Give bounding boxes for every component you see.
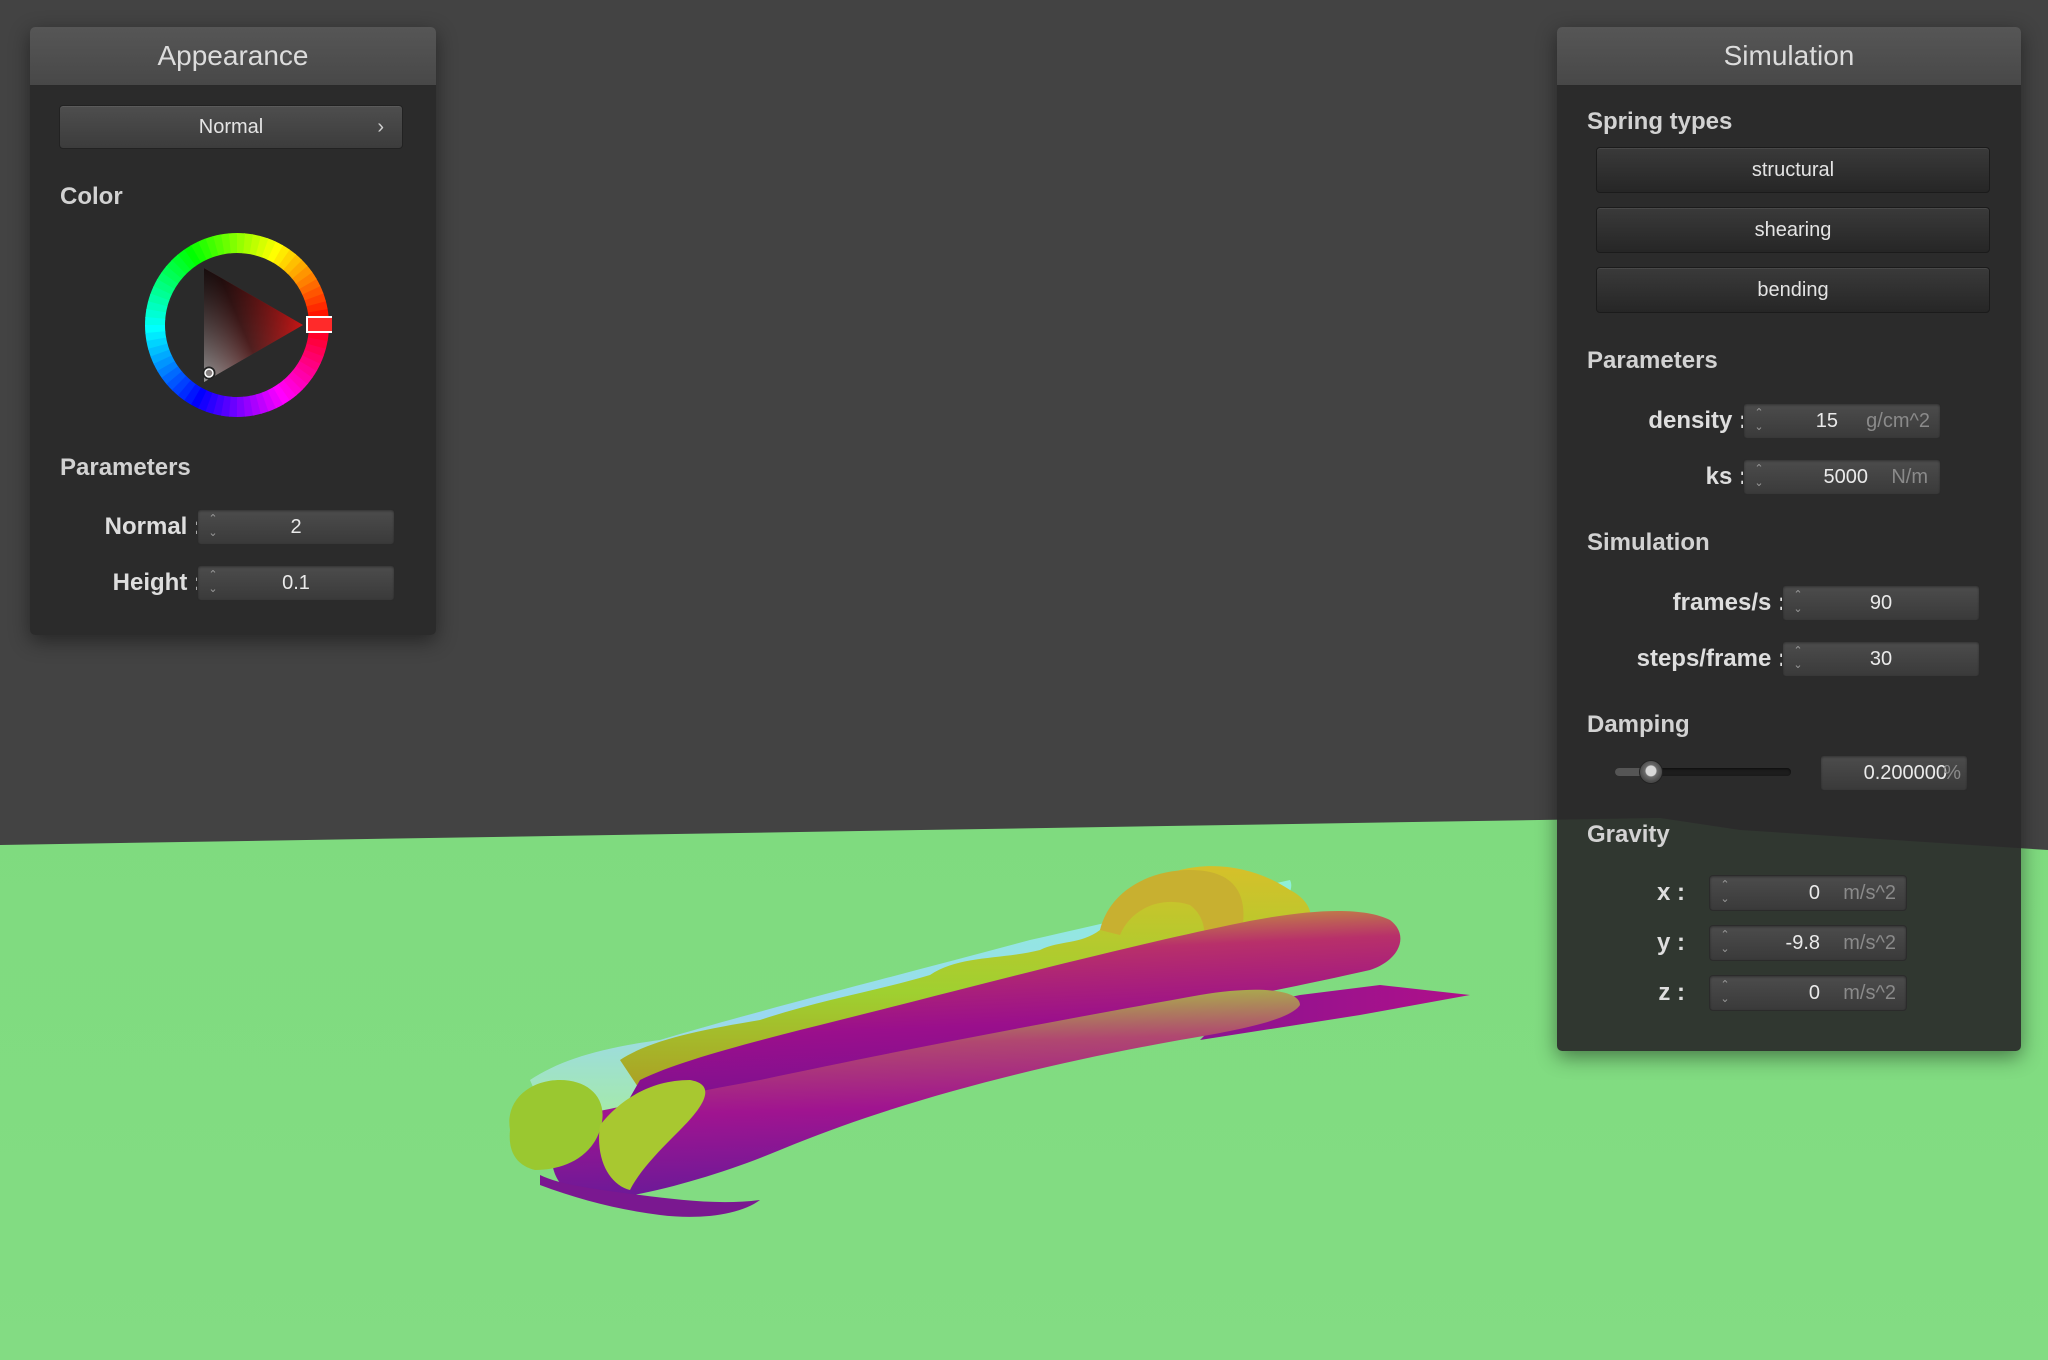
spring-types-title: Spring types (1587, 108, 1733, 135)
appearance-panel: Appearance Normal › Color Parameters Nor… (30, 27, 436, 635)
density-field[interactable]: ⌃ ⌄ 15 g/cm^2 (1743, 403, 1941, 439)
simulation-panel-title: Simulation (1557, 27, 2021, 86)
density-label: density : (1648, 407, 1747, 434)
appearance-parameters-title: Parameters (60, 454, 191, 481)
normal-label: Normal : (104, 513, 202, 540)
gravity-y-label: y : (1656, 929, 1685, 956)
shader-popup-label: Normal (198, 116, 264, 138)
damping-slider-knob[interactable] (1639, 760, 1664, 784)
gravity-y-value: -9.8 (1785, 932, 1820, 954)
ks-unit: N/m (1891, 466, 1928, 488)
ks-field[interactable]: ⌃ ⌄ 5000 N/m (1743, 459, 1941, 495)
gravity-x-label: x : (1656, 879, 1685, 906)
hue-marker[interactable] (306, 316, 332, 333)
structural-button[interactable]: structural (1596, 147, 1990, 193)
spinner-icon[interactable]: ⌃ ⌄ (1752, 406, 1766, 436)
height-value: 0.1 (282, 572, 310, 594)
color-wheel[interactable] (142, 230, 332, 420)
normal-value: 2 (290, 516, 302, 538)
density-value: 15 (1815, 410, 1838, 432)
height-field[interactable]: ⌃ ⌄ 0.1 (197, 565, 395, 601)
parameters-title: Parameters (1587, 347, 1718, 374)
gravity-x-field[interactable]: ⌃ ⌄ 0 m/s^2 (1709, 875, 1907, 911)
gravity-y-field[interactable]: ⌃ ⌄ -9.8 m/s^2 (1709, 925, 1907, 961)
damping-unit: % (1943, 762, 1961, 784)
shearing-button[interactable]: shearing (1596, 207, 1990, 253)
spinner-icon[interactable]: ⌃ ⌄ (1752, 462, 1766, 492)
chevron-right-icon: › (377, 116, 384, 138)
frames-per-second-field[interactable]: ⌃ ⌄ 90 (1782, 585, 1980, 621)
spinner-icon[interactable]: ⌃ ⌄ (1718, 978, 1732, 1008)
shader-popup-button[interactable]: Normal › (59, 105, 403, 149)
gravity-x-unit: m/s^2 (1843, 882, 1896, 904)
frames-per-second-label: frames/s : (1672, 589, 1786, 616)
simulation-section-title: Simulation (1587, 529, 1710, 556)
spinner-icon[interactable]: ⌃ ⌄ (1718, 878, 1732, 908)
damping-field[interactable]: 0.200000 % (1820, 755, 1968, 791)
gravity-x-value: 0 (1808, 882, 1820, 904)
steps-per-frame-field[interactable]: ⌃ ⌄ 30 (1782, 641, 1980, 677)
gravity-z-label: z : (1658, 979, 1685, 1006)
gravity-z-unit: m/s^2 (1843, 982, 1896, 1004)
density-unit: g/cm^2 (1866, 410, 1930, 432)
height-label: Height : (112, 569, 202, 596)
damping-slider[interactable] (1615, 760, 1791, 784)
steps-per-frame-value: 30 (1869, 648, 1893, 670)
ks-value: 5000 (1823, 466, 1869, 488)
steps-per-frame-label: steps/frame : (1636, 645, 1786, 672)
color-section-title: Color (60, 183, 123, 210)
frames-per-second-value: 90 (1869, 592, 1893, 614)
gravity-y-unit: m/s^2 (1843, 932, 1896, 954)
gravity-title: Gravity (1587, 821, 1670, 848)
bending-button[interactable]: bending (1596, 267, 1990, 313)
appearance-panel-title: Appearance (30, 27, 436, 86)
ks-label: ks : (1705, 463, 1747, 490)
damping-value: 0.200000 (1863, 762, 1947, 784)
gravity-z-value: 0 (1808, 982, 1820, 1004)
normal-field[interactable]: ⌃ ⌄ 2 (197, 509, 395, 545)
spinner-icon[interactable]: ⌃ ⌄ (1718, 928, 1732, 958)
damping-title: Damping (1587, 711, 1690, 738)
gravity-z-field[interactable]: ⌃ ⌄ 0 m/s^2 (1709, 975, 1907, 1011)
simulation-panel: Simulation Spring types structural shear… (1557, 27, 2021, 1051)
